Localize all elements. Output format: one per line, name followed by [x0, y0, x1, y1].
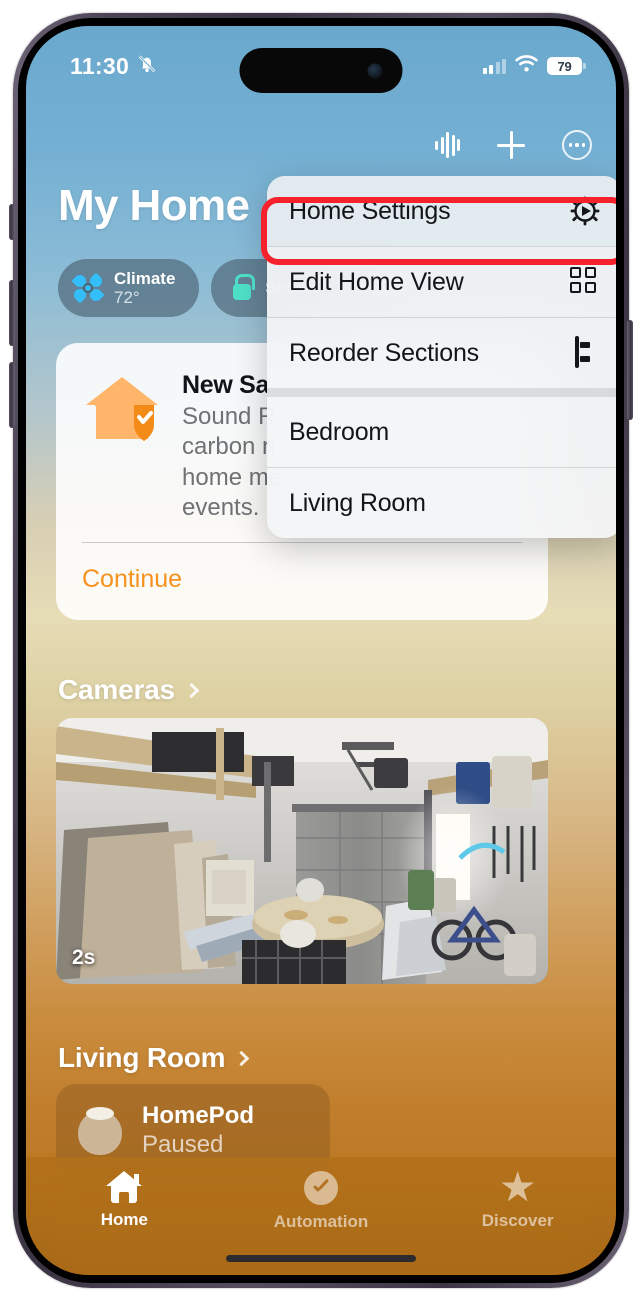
section-label-cameras: Cameras [58, 674, 175, 705]
camera-timestamp: 2s [72, 946, 96, 969]
chevron-right-icon [234, 1050, 250, 1066]
chevron-right-icon [183, 682, 200, 698]
menu-item-bedroom[interactable]: Bedroom [267, 397, 616, 467]
homepod-icon [74, 1105, 126, 1157]
reorder-list-icon [570, 336, 600, 368]
section-header-living-room[interactable]: Living Room [58, 1042, 250, 1074]
tab-label-home: Home [100, 1210, 148, 1229]
audio-waveform-icon[interactable] [435, 132, 460, 158]
grid-icon [570, 267, 600, 297]
menu-item-home-settings[interactable]: Home Settings [267, 176, 616, 246]
chip-value-climate: 72° [114, 288, 140, 307]
star-icon [501, 1171, 534, 1202]
chip-title-climate: Climate [114, 268, 176, 288]
menu-label-reorder-sections: Reorder Sections [289, 338, 479, 367]
app-nav-row [435, 130, 592, 160]
menu-item-living-room[interactable]: Living Room [267, 468, 616, 538]
section-header-cameras[interactable]: Cameras [58, 674, 200, 706]
menu-label-living-room: Living Room [289, 488, 426, 517]
status-time: 11:30 [70, 52, 130, 79]
accessory-state: Paused [142, 1131, 224, 1158]
home-indicator[interactable] [226, 1255, 416, 1262]
continue-button[interactable]: Continue [82, 543, 522, 620]
ellipsis-circle-icon[interactable] [562, 130, 592, 160]
tab-label-discover: Discover [481, 1211, 554, 1230]
accessory-name: HomePod [142, 1102, 255, 1130]
wifi-icon [515, 55, 538, 77]
bell-slash-icon [136, 53, 158, 80]
tab-home[interactable]: Home [26, 1171, 223, 1230]
power-button[interactable] [627, 320, 633, 420]
phone-screen: My Home Climate 72° Security [26, 26, 616, 1275]
section-label-living-room: Living Room [58, 1042, 226, 1073]
tab-automation[interactable]: Automation [223, 1171, 420, 1232]
plus-icon[interactable] [497, 131, 525, 159]
menu-label-bedroom: Bedroom [289, 417, 390, 446]
menu-item-edit-home-view[interactable]: Edit Home View [267, 247, 616, 317]
status-chip-climate[interactable]: Climate 72° [58, 259, 200, 317]
volume-down-button[interactable] [9, 362, 15, 428]
volume-up-button[interactable] [9, 280, 15, 346]
menu-item-reorder-sections[interactable]: Reorder Sections [267, 318, 616, 388]
page-title: My Home [58, 181, 250, 230]
battery-indicator: 79 [547, 57, 586, 75]
context-menu: Home Settings Edit Home View Reorder Sec… [267, 176, 616, 538]
dynamic-island [239, 48, 403, 93]
house-shield-icon [82, 373, 162, 447]
clock-check-icon [304, 1171, 338, 1205]
gear-icon [570, 196, 600, 226]
menu-group-separator [267, 388, 616, 397]
cellular-signal-icon [482, 58, 506, 74]
front-camera-icon [367, 63, 383, 78]
garage-camera-image [56, 718, 548, 984]
silence-switch[interactable] [9, 204, 15, 240]
lock-icon [231, 274, 256, 302]
tab-discover[interactable]: Discover [419, 1171, 616, 1231]
fan-icon [71, 272, 105, 304]
camera-tile-garage[interactable]: 2s [56, 718, 548, 984]
menu-label-home-settings: Home Settings [289, 196, 451, 225]
house-icon [106, 1171, 143, 1203]
battery-level: 79 [557, 58, 572, 74]
tab-label-automation: Automation [273, 1212, 369, 1231]
menu-label-edit-home-view: Edit Home View [289, 267, 464, 296]
